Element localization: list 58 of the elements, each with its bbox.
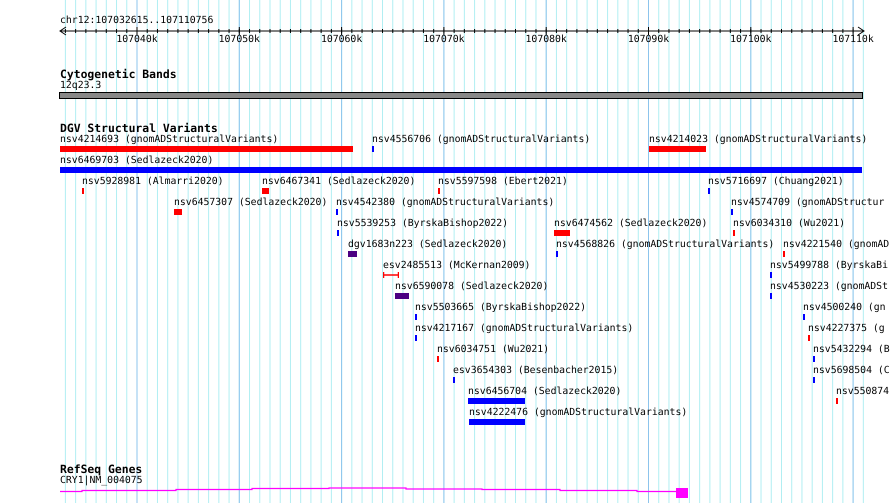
variant-bar[interactable]: [262, 188, 269, 194]
variant-label[interactable]: nsv4530223 (gnomADSt: [770, 281, 888, 293]
gene-label[interactable]: CRY1|NM_004075: [60, 475, 143, 487]
variant-label[interactable]: nsv4500240 (gn: [803, 302, 886, 314]
variant-label[interactable]: nsv6457307 (Sedlazeck2020): [174, 197, 328, 209]
track-title: Cytogenetic Bands: [60, 67, 177, 81]
tick-label: 107100k: [729, 34, 772, 46]
variant-label[interactable]: nsv4556706 (gnomADStructuralVariants): [372, 134, 590, 146]
variant-label[interactable]: nsv5928981 (Almarri2020): [82, 176, 224, 188]
tick-label: 107110k: [831, 34, 875, 46]
track-title: RefSeq Genes: [60, 462, 142, 476]
variant-label[interactable]: nsv4222476 (gnomADStructuralVariants): [469, 407, 688, 419]
variant-bar[interactable]: [60, 146, 353, 152]
variant-bar[interactable]: [554, 230, 570, 236]
location-label: chr12:107032615..107110756: [60, 15, 214, 27]
tick-label: 107060k: [320, 34, 364, 46]
variant-bar[interactable]: [469, 419, 525, 425]
variant-label[interactable]: nsv4221540 (gnomAD: [783, 239, 890, 251]
variant-label[interactable]: nsv5716697 (Chuang2021): [708, 176, 844, 188]
variant-bar[interactable]: [649, 146, 706, 152]
tick-label: 107040k: [115, 34, 159, 46]
variant-bar[interactable]: [468, 398, 525, 404]
gene-model[interactable]: [60, 487, 688, 498]
variant-label[interactable]: nsv4217167 (gnomADStructuralVariants): [415, 323, 634, 335]
variant-bar[interactable]: [60, 167, 862, 173]
tick-label: 107050k: [218, 34, 261, 46]
variant-label[interactable]: nsv6034310 (Wu2021): [733, 218, 846, 230]
variant-label[interactable]: nsv5597598 (Ebert2021): [438, 176, 568, 188]
tick-label: 107090k: [626, 34, 670, 46]
variant-label[interactable]: nsv5499788 (ByrskaBi: [770, 260, 888, 272]
variant-label[interactable]: nsv4214023 (gnomADStructuralVariants): [649, 134, 868, 146]
tick-label: 107070k: [422, 34, 466, 46]
variant-bar[interactable]: [174, 209, 182, 215]
variant-label[interactable]: nsv4542380 (gnomADStructuralVariants): [336, 197, 554, 209]
variant-label[interactable]: nsv4574709 (gnomADStructur: [731, 197, 884, 209]
variant-range[interactable]: [383, 272, 399, 278]
variant-label[interactable]: esv2485513 (McKernan2009): [383, 260, 530, 272]
variant-label[interactable]: nsv5503665 (ByrskaBishop2022): [415, 302, 586, 314]
variant-label[interactable]: nsv5432294 (B: [813, 344, 890, 356]
variant-label[interactable]: nsv4568826 (gnomADStructuralVariants): [556, 239, 774, 251]
variant-label[interactable]: nsv5698504 (C: [813, 365, 890, 377]
variant-label[interactable]: nsv550874: [836, 386, 890, 398]
variant-label[interactable]: nsv4227375 (g: [808, 323, 885, 335]
variant-bar[interactable]: [395, 293, 409, 299]
track-title: DGV Structural Variants: [60, 121, 218, 135]
variant-bar[interactable]: [348, 251, 357, 257]
variant-label[interactable]: nsv4214693 (gnomADStructuralVariants): [60, 134, 278, 146]
variant-label[interactable]: nsv6469703 (Sedlazeck2020): [60, 155, 214, 167]
variant-label[interactable]: nsv6590078 (Sedlazeck2020): [395, 281, 548, 293]
variant-label[interactable]: nsv6456704 (Sedlazeck2020): [468, 386, 622, 398]
variant-label[interactable]: nsv6034751 (Wu2021): [437, 344, 550, 356]
variant-label[interactable]: nsv6467341 (Sedlazeck2020): [262, 176, 416, 188]
variant-label[interactable]: dgv1683n223 (Sedlazeck2020): [348, 239, 508, 251]
band-label: 12q23.3: [60, 80, 102, 92]
variant-label[interactable]: esv3654303 (Besenbacher2015): [453, 365, 618, 377]
variant-label[interactable]: nsv5539253 (ByrskaBishop2022): [337, 218, 508, 230]
tick-label: 107080k: [524, 34, 568, 46]
variant-label[interactable]: nsv6474562 (Sedlazeck2020): [554, 218, 708, 230]
